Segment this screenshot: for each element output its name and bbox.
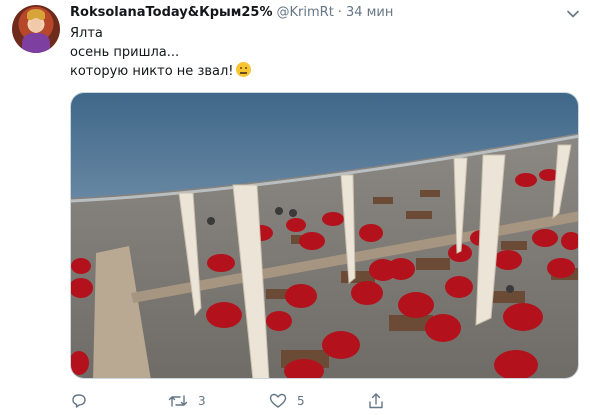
tweet-text-line-2: осень пришла... xyxy=(70,44,180,60)
reply-icon xyxy=(72,394,86,408)
tweet-text-line-3: которую никто не звал! xyxy=(70,64,234,79)
retweet-button[interactable]: 3 xyxy=(168,392,206,410)
user-handle[interactable]: @KrimRt xyxy=(277,5,334,20)
tweet-text: Ялта осень пришла... которую никто не зв… xyxy=(70,25,251,82)
tweet-photo[interactable] xyxy=(70,92,579,379)
heart-icon xyxy=(269,393,287,408)
display-name[interactable]: RoksolanaToday&Крым25% xyxy=(70,5,273,20)
like-button[interactable]: 5 xyxy=(269,392,305,410)
reply-button[interactable] xyxy=(70,392,98,410)
share-icon xyxy=(369,393,383,409)
retweet-icon xyxy=(168,395,188,407)
tweet-header: RoksolanaToday&Крым25% @KrimRt · 34 мин xyxy=(70,5,393,23)
avatar-robe xyxy=(22,33,50,53)
avatar[interactable] xyxy=(12,5,60,53)
tweet-actions: 3 5 xyxy=(70,392,470,414)
like-count: 5 xyxy=(297,394,305,408)
beach-photo xyxy=(71,93,578,378)
avatar-face xyxy=(30,18,42,33)
separator-dot: · xyxy=(337,5,342,20)
chevron-down-icon[interactable] xyxy=(566,6,580,20)
tweet[interactable]: RoksolanaToday&Крым25% @KrimRt · 34 мин … xyxy=(0,0,590,415)
retweet-count: 3 xyxy=(198,394,206,408)
neutral-face-emoji xyxy=(235,62,251,77)
timestamp[interactable]: 34 мин xyxy=(346,5,393,20)
tweet-text-line-3-wrap: которую никто не звал! xyxy=(70,62,251,82)
share-button[interactable] xyxy=(367,392,385,410)
tweet-text-line-1: Ялта xyxy=(70,26,103,41)
